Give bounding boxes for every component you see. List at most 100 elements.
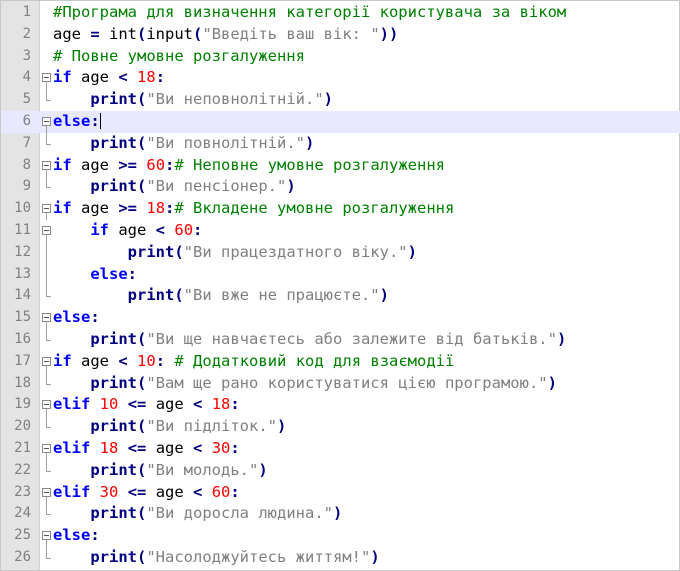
- line-number: 16: [14, 331, 31, 347]
- fold-toggle-icon[interactable]: [41, 111, 53, 133]
- code-line[interactable]: 4 if age < 18:: [1, 67, 680, 90]
- code-line[interactable]: 2 age = int(input("Введіть ваш вік: ")): [1, 24, 680, 46]
- token-com: # Повне умовне розгалуження: [53, 46, 305, 65]
- code-text[interactable]: else:: [53, 307, 100, 329]
- code-text[interactable]: print("Ви підліток."): [53, 416, 286, 438]
- line-number: 5: [22, 91, 31, 108]
- code-line[interactable]: 22 print("Ви молодь."): [1, 459, 680, 482]
- fold-toggle-icon[interactable]: [41, 525, 53, 547]
- code-line[interactable]: 20 print("Ви підліток."): [1, 416, 680, 438]
- code-line[interactable]: 24 print("Ви доросла людина."): [1, 503, 680, 525]
- code-text[interactable]: print("Ви повнолітній."): [53, 133, 314, 155]
- code-text[interactable]: else:: [53, 111, 101, 133]
- code-text[interactable]: print("Ви доросла людина."): [53, 503, 342, 525]
- token-op: :: [230, 439, 240, 457]
- code-line[interactable]: 6 else:: [1, 111, 680, 133]
- code-line[interactable]: 18 print("Вам ще рано користуватися цією…: [1, 372, 680, 395]
- code-text[interactable]: elif 10 <= age < 18:: [53, 394, 240, 416]
- code-text[interactable]: else:: [53, 525, 100, 547]
- code-text[interactable]: print("Ви пенсіонер."): [53, 176, 295, 198]
- code-text[interactable]: print("Ви працездатного віку."): [53, 242, 417, 264]
- code-line[interactable]: 21 elif 18 <= age < 30:: [1, 438, 680, 460]
- token-op: :: [90, 112, 100, 130]
- fold-toggle-icon[interactable]: [41, 482, 53, 504]
- token-plain: age: [71, 199, 119, 218]
- fold-toggle-icon[interactable]: [41, 351, 53, 373]
- fold-margin: [41, 24, 53, 46]
- code-line[interactable]: 1 #Програма для визначення категорії кори…: [1, 2, 680, 24]
- code-text[interactable]: if age < 18:: [53, 67, 165, 89]
- code-text[interactable]: if age < 10: # Додатковий код для взаємо…: [53, 351, 454, 373]
- code-line[interactable]: 9 print("Ви пенсіонер."): [1, 176, 680, 198]
- code-line[interactable]: 15 else:: [1, 307, 680, 329]
- code-text[interactable]: print("Ви молодь."): [53, 460, 267, 482]
- token-op: ): [407, 242, 417, 261]
- token-bi: print: [90, 133, 137, 152]
- token-num: 18: [211, 395, 231, 414]
- token-op: :: [230, 395, 240, 414]
- fold-toggle-icon[interactable]: [41, 155, 53, 177]
- code-line[interactable]: 12 print("Ви працездатного віку."): [1, 241, 680, 264]
- code-line[interactable]: 3 # Повне умовне розгалуження: [1, 46, 680, 68]
- code-text[interactable]: print("Ви вже не працюєте."): [53, 285, 389, 307]
- code-text[interactable]: age = int(input("Введіть ваш вік: ")): [53, 24, 398, 46]
- code-text[interactable]: elif 18 <= age < 30:: [53, 438, 240, 460]
- code-text[interactable]: else:: [53, 264, 137, 286]
- code-text[interactable]: elif 30 <= age < 60:: [53, 482, 240, 504]
- token-op: )): [379, 24, 399, 43]
- token-bi: print: [90, 177, 137, 196]
- token-op: <: [155, 221, 166, 239]
- code-text[interactable]: print("Ви неповнолітній."): [53, 89, 333, 111]
- code-text[interactable]: print("Насолоджуйтесь життям!"): [53, 547, 379, 569]
- code-text[interactable]: if age < 60:: [53, 220, 202, 242]
- token-num: 60: [146, 155, 166, 174]
- code-text[interactable]: #Програма для визначення категорії корис…: [53, 2, 566, 24]
- code-line[interactable]: 17 if age < 10: # Додатковий код для взає…: [1, 351, 680, 373]
- code-text[interactable]: print("Вам ще рано користуватися цією пр…: [53, 373, 557, 395]
- code-line[interactable]: 7 print("Ви повнолітній."): [1, 132, 680, 155]
- fold-toggle-icon[interactable]: [41, 394, 53, 417]
- code-text[interactable]: # Повне умовне розгалуження: [53, 46, 305, 68]
- fold-toggle-icon[interactable]: [41, 67, 53, 90]
- code-editor[interactable]: 1 #Програма для визначення категорії кори…: [0, 0, 680, 571]
- token-kw: if: [53, 199, 72, 218]
- fold-toggle-icon[interactable]: [41, 198, 53, 220]
- token-op: :: [155, 351, 166, 370]
- code-line[interactable]: 16 print("Ви ще навчаєтесь або залежите …: [1, 329, 680, 351]
- code-line[interactable]: 14 print("Ви вже не працюєте."): [1, 285, 680, 307]
- token-num: 18: [99, 439, 119, 457]
- code-text[interactable]: print("Ви ще навчаєтесь або залежите від…: [53, 329, 566, 351]
- code-line[interactable]: 23 elif 30 <= age < 60:: [1, 482, 680, 504]
- token-str: "Ви повнолітній.": [146, 133, 305, 152]
- code-line[interactable]: 19 elif 10 <= age < 18:: [1, 394, 680, 417]
- code-line[interactable]: 5 print("Ви неповнолітній."): [1, 89, 680, 111]
- token-kw: elif: [53, 439, 91, 457]
- fold-toggle-icon[interactable]: [41, 307, 53, 329]
- token-op: <: [118, 351, 128, 370]
- fold-end-icon: [41, 132, 53, 155]
- line-number: 18: [14, 374, 31, 391]
- fold-toggle-icon[interactable]: [41, 220, 53, 242]
- fold-toggle-icon[interactable]: [41, 438, 53, 460]
- code-text[interactable]: if age >= 18:# Вкладене умовне розгалуже…: [53, 198, 454, 220]
- token-op: :: [193, 221, 203, 239]
- token-op: :: [90, 526, 100, 545]
- token-bi: print: [90, 460, 137, 479]
- code-text[interactable]: if age >= 60:# Неповне умовне розгалужен…: [53, 155, 445, 177]
- code-line[interactable]: 26 print("Насолоджуйтесь життям!"): [1, 547, 680, 569]
- code-line[interactable]: 10 if age >= 18:# Вкладене умовне розгалу…: [1, 198, 680, 220]
- code-line[interactable]: 13 else:: [1, 263, 680, 286]
- code-line[interactable]: 25 else:: [1, 525, 680, 547]
- code-line[interactable]: 8 if age >= 60:# Неповне умовне розгалуже…: [1, 155, 680, 177]
- token-op: <=: [127, 395, 147, 414]
- code-line[interactable]: 11 if age < 60:: [1, 220, 680, 242]
